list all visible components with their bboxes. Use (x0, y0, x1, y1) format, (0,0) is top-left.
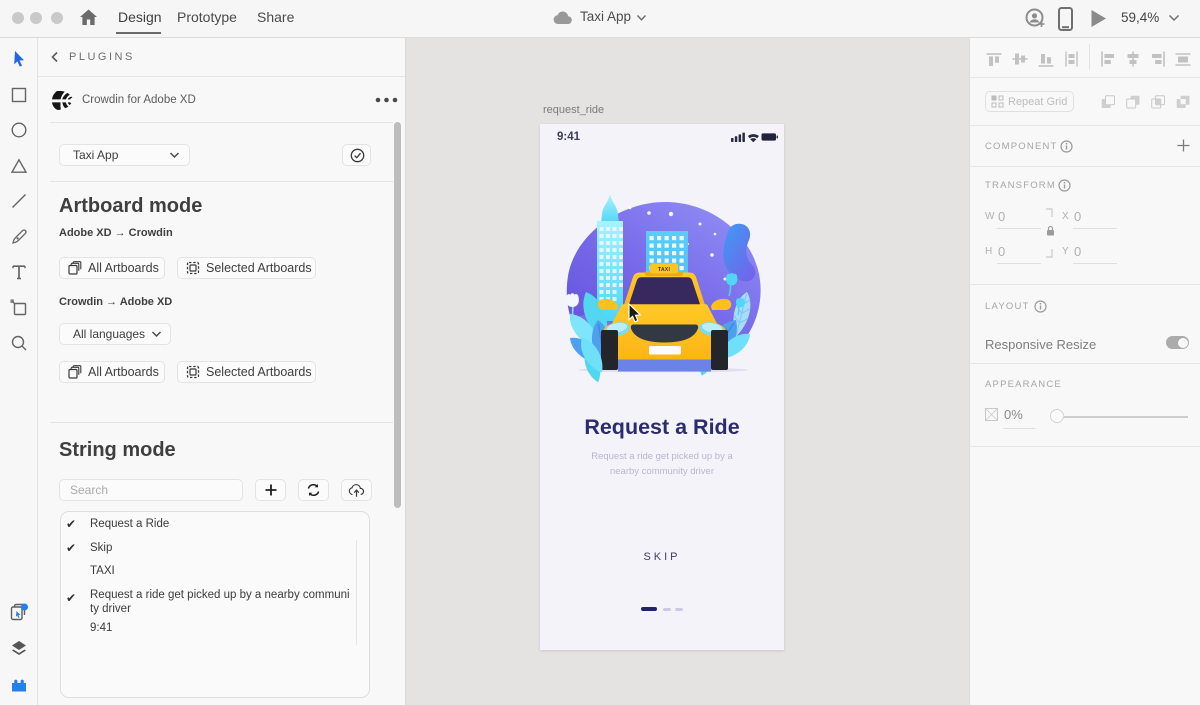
svg-text:TAXI: TAXI (658, 267, 671, 273)
